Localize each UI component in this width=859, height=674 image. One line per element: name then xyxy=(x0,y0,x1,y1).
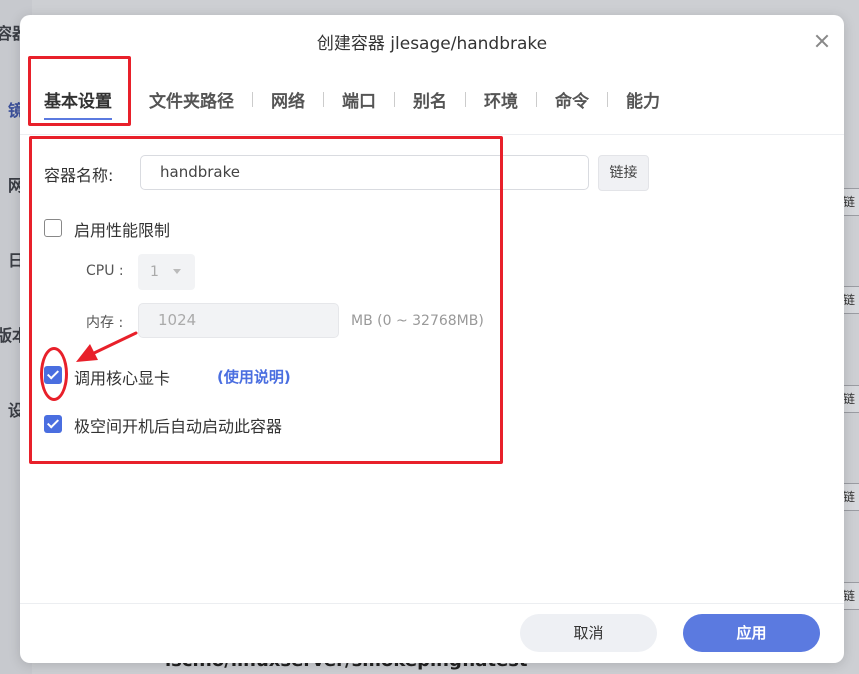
autostart-label: 极空间开机后自动启动此容器 xyxy=(74,417,283,436)
dialog-title: 创建容器 jlesage/handbrake xyxy=(316,34,548,54)
cpu-label: CPU : xyxy=(86,263,124,279)
footer-divider xyxy=(20,603,844,604)
tab-bar: 基本设置 文件夹路径 网络 端口 别名 环境 命令 能力 xyxy=(44,85,660,120)
autostart-checkbox[interactable] xyxy=(44,415,62,433)
tab-separator xyxy=(130,91,131,107)
gpu-checkbox[interactable] xyxy=(44,366,62,384)
container-name-label: 容器名称: xyxy=(44,166,114,185)
perf-limit-label: 启用性能限制 xyxy=(74,221,171,240)
create-container-dialog: 创建容器 jlesage/handbrake 基本设置 文件夹路径 网络 端口 … xyxy=(20,15,844,663)
apply-button[interactable]: 应用 xyxy=(683,614,820,652)
perf-limit-checkbox[interactable] xyxy=(44,219,62,237)
tab-capabilities[interactable]: 能力 xyxy=(626,87,660,112)
tab-separator xyxy=(394,91,395,107)
container-name-input[interactable]: handbrake xyxy=(140,155,589,190)
link-button[interactable]: 链接 xyxy=(598,155,649,191)
tab-folder-paths[interactable]: 文件夹路径 xyxy=(149,87,234,112)
close-icon[interactable] xyxy=(812,31,832,51)
tabs-divider xyxy=(20,134,844,135)
tab-alias[interactable]: 别名 xyxy=(413,87,447,112)
cancel-button[interactable]: 取消 xyxy=(520,614,657,652)
memory-input[interactable]: 1024 xyxy=(138,303,339,338)
gpu-help-link[interactable]: (使用说明) xyxy=(217,366,291,387)
tab-separator xyxy=(323,91,324,107)
memory-label: 内存 : xyxy=(86,315,124,331)
chevron-down-icon xyxy=(173,269,181,274)
tab-separator xyxy=(465,91,466,107)
cpu-value: 1 xyxy=(150,264,159,280)
tab-separator xyxy=(252,91,253,107)
tab-command[interactable]: 命令 xyxy=(555,87,589,112)
memory-range-hint: MB (0 ~ 32768MB) xyxy=(351,313,484,329)
tab-basic-settings[interactable]: 基本设置 xyxy=(44,87,112,120)
gpu-label: 调用核心显卡 xyxy=(74,369,171,388)
cpu-select[interactable]: 1 xyxy=(138,254,195,290)
tab-separator xyxy=(536,91,537,107)
tab-network[interactable]: 网络 xyxy=(271,87,305,112)
tab-separator xyxy=(607,91,608,107)
tab-environment[interactable]: 环境 xyxy=(484,87,518,112)
tab-ports[interactable]: 端口 xyxy=(342,87,376,112)
